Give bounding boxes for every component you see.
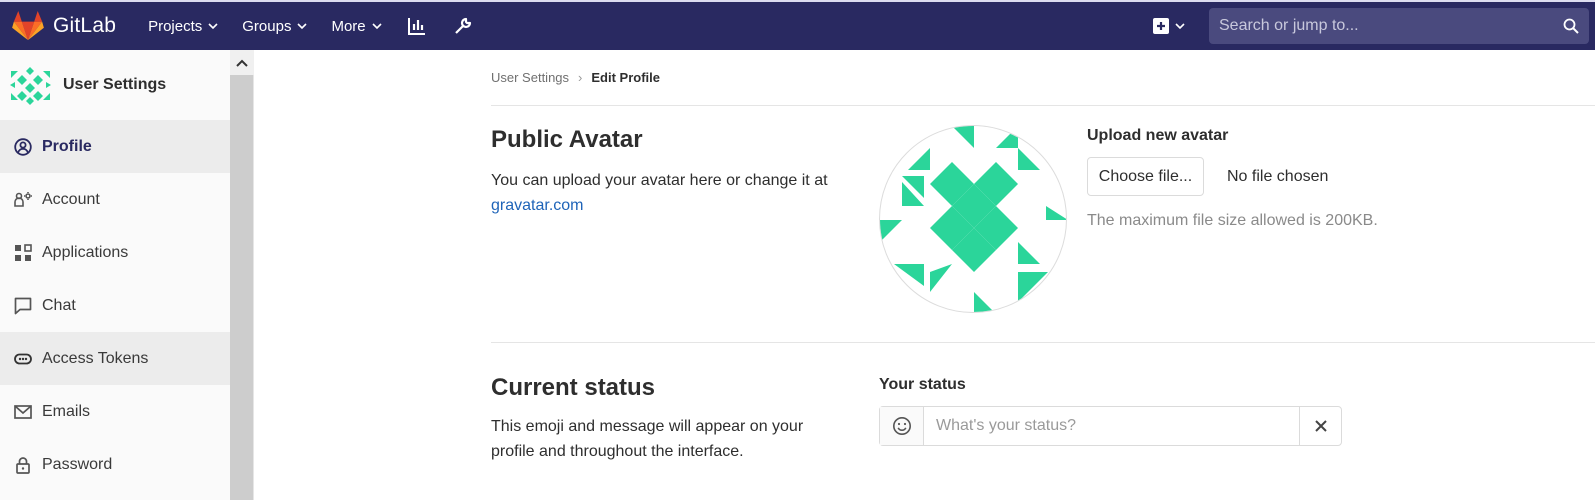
emoji-picker-button[interactable]: [880, 407, 924, 445]
gravatar-link[interactable]: gravatar.com: [491, 197, 583, 214]
nav-more[interactable]: More: [331, 17, 382, 35]
avatar-section-description: You can upload your avatar here or chang…: [491, 168, 851, 218]
chevron-down-icon: [297, 23, 308, 30]
sidebar-item-password[interactable]: Password: [0, 438, 230, 491]
avatar-description-text: You can upload your avatar here or chang…: [491, 172, 828, 189]
identicon-icon: [880, 126, 1066, 312]
email-icon: [14, 403, 32, 421]
sidebar-item-label: Emails: [42, 402, 91, 420]
top-navbar: GitLab Projects Groups More: [0, 0, 1595, 50]
breadcrumb: User Settings › Edit Profile: [491, 70, 660, 85]
brand-name: GitLab: [53, 14, 117, 37]
search-box[interactable]: [1209, 8, 1589, 44]
status-input-group: [879, 406, 1342, 446]
plus-square-icon: [1153, 18, 1169, 34]
nav-groups[interactable]: Groups: [242, 17, 308, 35]
your-status-label: Your status: [879, 376, 966, 393]
avatar-section-title: Public Avatar: [491, 126, 643, 153]
sidebar-item-label: Profile: [42, 137, 92, 155]
sidebar-item-account[interactable]: Account: [0, 173, 230, 226]
sidebar-item-profile[interactable]: Profile: [0, 120, 230, 173]
sidebar-item-label: Account: [42, 190, 100, 208]
scroll-up-button[interactable]: [230, 50, 254, 75]
sidebar: User Settings Profile Account Applicatio…: [0, 50, 230, 500]
search-input[interactable]: [1219, 17, 1563, 35]
status-message-input[interactable]: [924, 407, 1299, 445]
chat-icon: [14, 297, 32, 315]
user-avatar-icon: [10, 66, 51, 105]
status-section-description: This emoji and message will appear on yo…: [491, 418, 804, 460]
activity-chart-icon[interactable]: [406, 15, 428, 37]
nav-projects-label: Projects: [148, 17, 203, 35]
upload-avatar-label: Upload new avatar: [1087, 127, 1229, 144]
close-icon: [1314, 420, 1327, 432]
divider: [491, 105, 1595, 106]
new-dropdown-button[interactable]: [1153, 18, 1185, 34]
choose-file-button[interactable]: Choose file...: [1087, 157, 1204, 196]
chevron-up-icon: [236, 59, 248, 67]
brand[interactable]: GitLab: [12, 2, 116, 50]
sidebar-item-applications[interactable]: Applications: [0, 226, 230, 279]
avatar-size-help: The maximum file size allowed is 200KB.: [1087, 212, 1378, 229]
breadcrumb-separator-icon: ›: [578, 70, 583, 85]
sidebar-item-emails[interactable]: Emails: [0, 385, 230, 438]
profile-icon: [14, 137, 32, 156]
admin-wrench-icon[interactable]: [452, 15, 474, 37]
sidebar-title: User Settings: [63, 76, 167, 93]
gitlab-logo-icon: [12, 11, 44, 41]
divider: [491, 342, 1595, 343]
status-section-title: Current status: [491, 374, 656, 401]
applications-icon: [14, 243, 32, 262]
token-icon: [14, 350, 32, 368]
sidebar-item-chat[interactable]: Chat: [0, 279, 230, 332]
smiley-icon: [892, 417, 911, 435]
main-content: User Settings › Edit Profile Public Avat…: [491, 50, 1595, 500]
chevron-down-icon: [372, 23, 382, 30]
lock-icon: [14, 456, 32, 474]
sidebar-item-label: Applications: [42, 243, 129, 261]
breadcrumb-parent[interactable]: User Settings: [491, 70, 569, 85]
sidebar-header[interactable]: User Settings: [0, 50, 230, 120]
avatar-image: [879, 125, 1067, 313]
sidebar-item-label: Chat: [42, 296, 76, 314]
chevron-down-icon: [1175, 23, 1185, 30]
sidebar-item-label: Password: [42, 455, 113, 473]
sidebar-item-access-tokens[interactable]: Access Tokens: [0, 332, 230, 385]
sidebar-item-label: Access Tokens: [42, 349, 149, 367]
clear-status-button[interactable]: [1299, 407, 1341, 445]
no-file-chosen-text: No file chosen: [1227, 168, 1329, 185]
account-icon: [14, 191, 32, 209]
nav-more-label: More: [331, 17, 366, 35]
search-icon[interactable]: [1563, 18, 1579, 34]
nav-menu: Projects Groups More: [148, 2, 498, 50]
nav-right: [1153, 2, 1595, 50]
nav-projects[interactable]: Projects: [148, 18, 218, 35]
nav-groups-label: Groups: [242, 17, 292, 35]
chevron-down-icon: [208, 23, 218, 30]
breadcrumb-current[interactable]: Edit Profile: [591, 70, 660, 85]
sidebar-scrollbar[interactable]: [230, 50, 254, 500]
